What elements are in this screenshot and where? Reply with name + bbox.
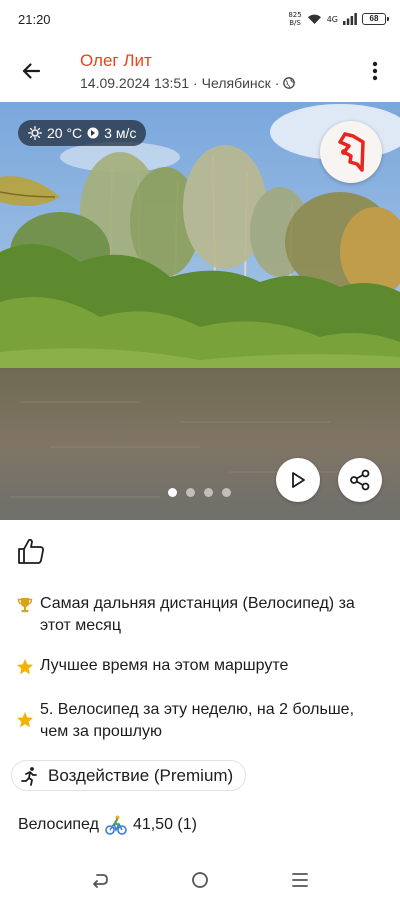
play-icon xyxy=(292,472,305,488)
system-navigation-bar xyxy=(0,858,400,902)
share-icon xyxy=(350,469,370,491)
nav-home-button[interactable] xyxy=(190,870,210,890)
achievement-text: Лучшее время на этом маршруте xyxy=(40,657,289,674)
carousel-dot[interactable] xyxy=(186,488,195,497)
trophy-icon xyxy=(17,598,33,613)
sport-value: 41,50 (1) xyxy=(132,816,197,833)
achievement-text: 5. Велосипед за эту неделю, на 2 больше,… xyxy=(40,701,355,740)
nav-back-icon xyxy=(93,874,108,888)
network-type: 4G xyxy=(326,14,338,24)
wifi-icon xyxy=(307,14,321,24)
star-icon xyxy=(17,659,33,675)
carousel-dot[interactable] xyxy=(222,488,231,497)
running-figure-icon xyxy=(21,766,37,786)
nav-menu-icon xyxy=(292,873,308,887)
achievement-text: Самая дальняя дистанция (Велосипед) за э… xyxy=(40,595,355,634)
activity-photo-carousel[interactable]: 20 °C 3 м/с xyxy=(0,102,400,520)
status-time: 21:20 xyxy=(18,12,51,27)
play-flyover-button[interactable] xyxy=(276,458,320,502)
wind-speed: 3 м/с xyxy=(104,125,137,141)
activity-date: 14.09.2024 13:51 xyxy=(80,75,189,91)
route-map-thumbnail[interactable] xyxy=(320,121,382,183)
arrow-left-icon xyxy=(22,63,41,79)
more-vertical-icon xyxy=(372,61,378,81)
achievement-item: Лучшее время на этом маршруте xyxy=(16,655,386,677)
sport-summary: Велосипед 41,50 (1) xyxy=(18,815,197,835)
impact-label: Воздействие (Premium) xyxy=(48,765,234,785)
athlete-name[interactable]: Олег Лит xyxy=(80,51,152,71)
status-bar: 21:20 825 B/S 4G 68 xyxy=(0,0,400,40)
nav-back-button[interactable] xyxy=(90,870,110,890)
globe-icon xyxy=(283,77,296,89)
wind-icon xyxy=(87,127,99,139)
signal-icon xyxy=(343,13,357,25)
temperature: 20 °C xyxy=(47,125,83,141)
carousel-dot[interactable] xyxy=(204,488,213,497)
battery-icon: 68 xyxy=(362,13,389,25)
sun-icon xyxy=(28,126,42,140)
achievement-item: 5. Велосипед за эту неделю, на 2 больше,… xyxy=(16,699,386,743)
thumbs-up-icon xyxy=(18,538,44,564)
route-icon xyxy=(338,132,365,172)
like-button[interactable] xyxy=(16,536,48,568)
meta-separator: · xyxy=(193,75,198,91)
impact-premium-button[interactable]: Воздействие (Premium) xyxy=(11,760,247,791)
more-options-button[interactable] xyxy=(362,54,388,88)
nav-home-icon xyxy=(192,872,208,888)
weather-chip: 20 °C 3 м/с xyxy=(18,120,147,146)
share-button[interactable] xyxy=(338,458,382,502)
activity-header: Олег Лит 14.09.2024 13:51 · Челябинск · xyxy=(0,40,400,102)
carousel-dot-active[interactable] xyxy=(168,488,177,497)
carousel-indicator xyxy=(168,488,231,497)
status-icons: 825 B/S 4G 68 xyxy=(288,11,389,27)
sport-label: Велосипед xyxy=(18,816,99,833)
achievement-item: Самая дальняя дистанция (Велосипед) за э… xyxy=(16,593,386,637)
back-button[interactable] xyxy=(14,54,48,88)
activity-meta: 14.09.2024 13:51 · Челябинск · xyxy=(80,75,296,91)
network-speed: 825 B/S xyxy=(288,11,302,27)
cyclist-icon xyxy=(105,815,127,835)
star-icon xyxy=(17,712,33,728)
nav-recents-button[interactable] xyxy=(290,870,310,890)
meta-separator: · xyxy=(274,75,280,91)
activity-location: Челябинск xyxy=(201,75,271,91)
